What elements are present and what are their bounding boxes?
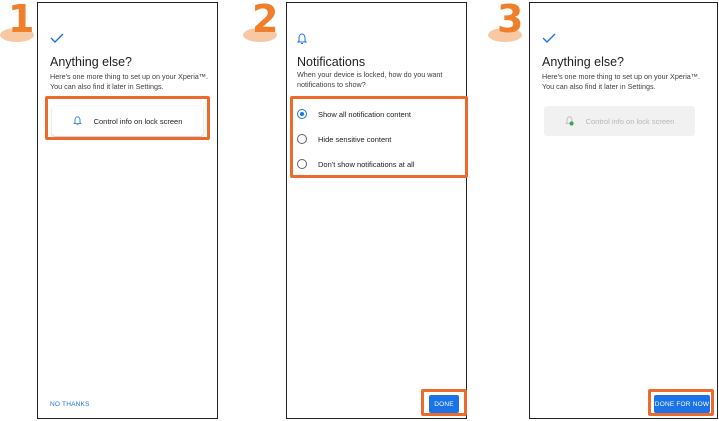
step-2-number: 2 xyxy=(252,0,279,41)
no-thanks-button[interactable]: NO THANKS xyxy=(50,401,90,408)
highlight-options xyxy=(290,96,468,178)
page-description: When your device is locked, how do you w… xyxy=(297,70,443,89)
control-info-lock-screen-button: Control info on lock screen xyxy=(544,106,695,136)
step-3-number: 3 xyxy=(497,0,524,41)
highlight-done-for-now xyxy=(648,389,714,416)
phone-screen-1: Anything else? Here's one more thing to … xyxy=(37,2,218,419)
phone-screen-2: Notifications When your device is locked… xyxy=(286,2,467,419)
page-title: Anything else? xyxy=(542,55,625,69)
page-title: Notifications xyxy=(297,55,366,69)
step-1-number: 1 xyxy=(8,0,35,41)
check-icon xyxy=(542,33,556,43)
control-info-label: Control info on lock screen xyxy=(585,116,675,126)
check-icon xyxy=(50,33,64,43)
page-description: Here's one more thing to set up on your … xyxy=(542,72,700,91)
bell-check-icon xyxy=(564,116,574,126)
bell-icon xyxy=(297,33,307,44)
phone-screen-3: Anything else? Here's one more thing to … xyxy=(529,2,718,419)
page-description: Here's one more thing to set up on your … xyxy=(50,72,208,91)
page-title: Anything else? xyxy=(50,55,133,69)
highlight-control-info xyxy=(45,96,210,140)
highlight-done xyxy=(421,389,467,416)
